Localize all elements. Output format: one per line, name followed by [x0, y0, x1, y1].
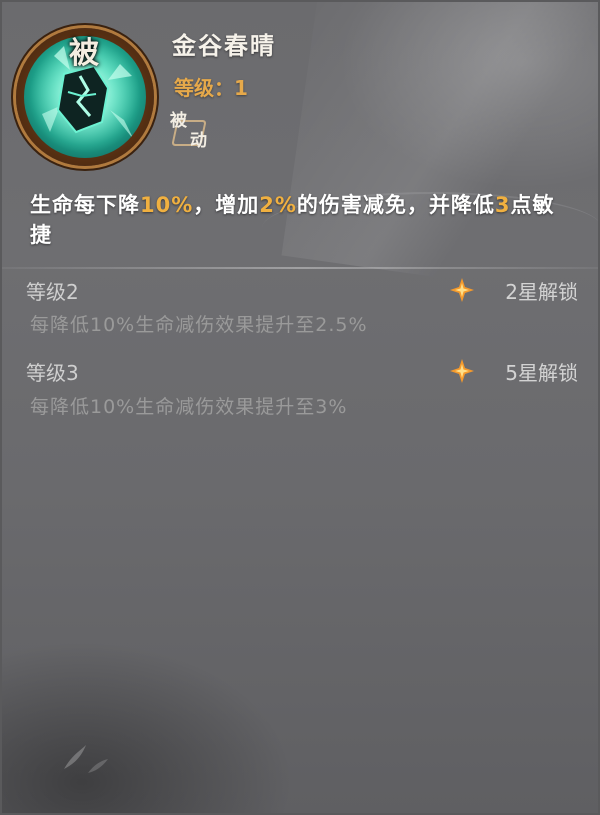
skill-type-char-1: 被	[170, 111, 187, 131]
desc-value-2: 2%	[259, 193, 297, 217]
skill-name: 金谷春晴	[172, 32, 276, 60]
upgrade-effect-level-2: 每降低10%生命减伤效果提升至2.5%	[30, 314, 368, 336]
section-divider	[2, 267, 598, 269]
four-point-star-icon	[450, 359, 474, 383]
skill-level: 等级：1	[174, 76, 248, 100]
passive-badge-label: 被	[69, 36, 99, 71]
four-point-star-icon	[450, 278, 474, 302]
desc-value-3: 3	[494, 193, 511, 217]
desc-value-1: 10%	[140, 193, 194, 217]
skill-tooltip-panel: 被 金谷春晴 等级：1 被 动 生命每下降10%，增加2%的伤害减免，并降低3点…	[0, 0, 600, 815]
skill-type-char-2: 动	[190, 131, 207, 151]
upgrade-level-label: 等级2	[26, 280, 79, 304]
upgrade-row-level-3: 等级3 5星解锁	[26, 357, 578, 387]
decorative-feather-icon	[64, 745, 108, 773]
skill-description: 生命每下降10%，增加2%的伤害减免，并降低3点敏捷	[30, 190, 570, 250]
desc-part-3: 的伤害减免，并降低	[296, 193, 495, 217]
desc-part-1: 生命每下降	[30, 193, 140, 217]
upgrade-row-level-2: 等级2 2星解锁	[26, 276, 578, 306]
upgrade-unlock-text: 2星解锁	[505, 280, 578, 304]
upgrade-level-label: 等级3	[26, 361, 79, 385]
skill-icon-frame: 被	[16, 28, 154, 166]
desc-part-2: ，增加	[193, 193, 260, 217]
upgrade-effect-level-3: 每降低10%生命减伤效果提升至3%	[30, 396, 348, 418]
skill-type-tag: 被 动	[170, 106, 220, 152]
upgrade-unlock-text: 5星解锁	[505, 361, 578, 385]
